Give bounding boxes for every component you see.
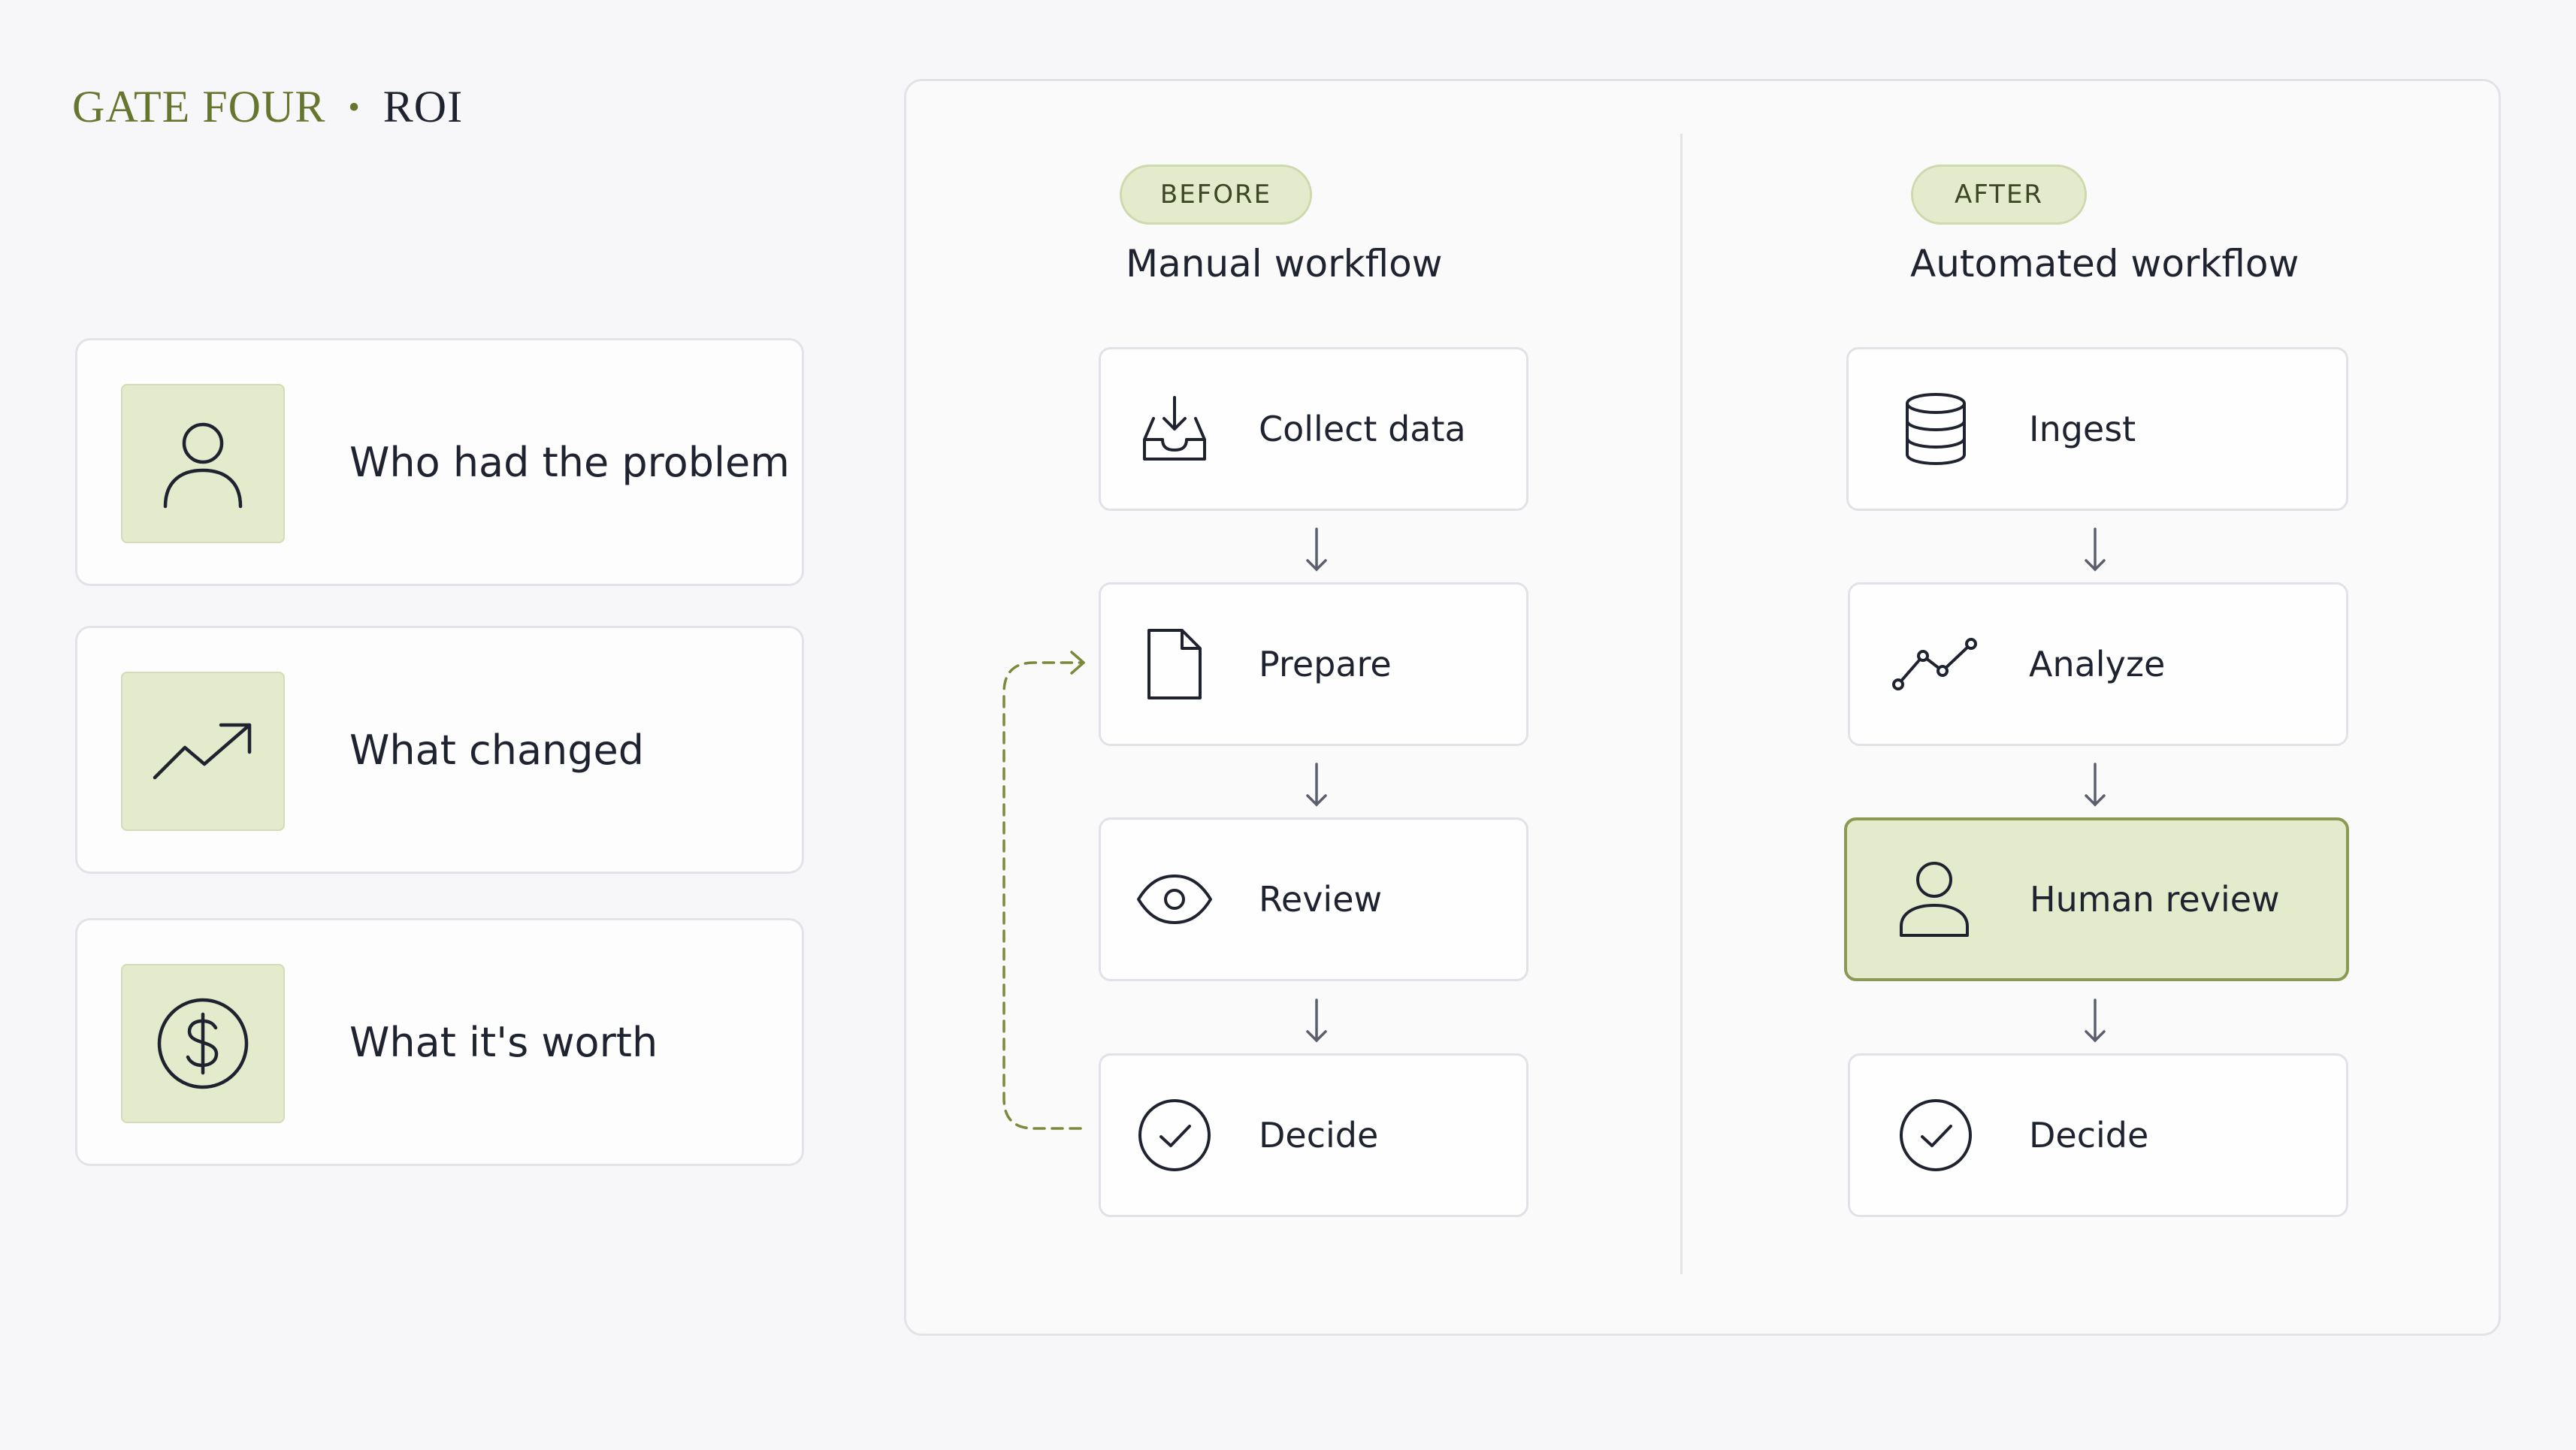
flow-arrow-down (1306, 763, 1327, 807)
eye-icon (1137, 875, 1212, 924)
trending-up-icon (153, 723, 252, 780)
step-label: Decide (1259, 1115, 1379, 1155)
after-column-title: Automated workflow (1910, 242, 2299, 285)
card-label: Who had the problem (349, 438, 790, 486)
gate-label: GATE FOUR (72, 82, 326, 131)
card-what-changed: What changed (75, 626, 804, 874)
loop-back-arrow (1002, 651, 1085, 1130)
after-badge: AFTER (1911, 165, 2087, 225)
card-what-its-worth: What it's worth (75, 918, 804, 1166)
step-label: Human review (2030, 879, 2280, 920)
column-divider (1680, 134, 1683, 1274)
topic-label: ROI (382, 82, 464, 131)
flow-arrow-down (2085, 763, 2106, 807)
card-label: What changed (349, 726, 645, 774)
after-step-analyze: Analyze (1848, 582, 2348, 746)
document-icon (1147, 629, 1202, 699)
step-label: Ingest (2029, 409, 2136, 449)
before-step-decide: Decide (1099, 1053, 1528, 1217)
database-icon (1906, 393, 1966, 466)
card-who-had-problem: Who had the problem (75, 338, 804, 586)
title-separator: • (348, 88, 361, 125)
card-icon-box (121, 672, 285, 831)
before-step-prepare: Prepare (1099, 582, 1528, 746)
before-step-collect-data: Collect data (1099, 347, 1528, 511)
inbox-download-icon (1143, 396, 1206, 461)
user-icon (1900, 862, 1969, 937)
user-icon (163, 422, 243, 509)
card-label: What it's worth (349, 1018, 658, 1066)
step-label: Collect data (1259, 409, 1466, 449)
dollar-circle-icon (157, 998, 249, 1089)
after-step-human-review: Human review (1844, 817, 2349, 981)
before-column-title: Manual workflow (1126, 242, 1443, 285)
before-step-review: Review (1099, 817, 1528, 981)
step-label: Review (1259, 879, 1383, 920)
after-step-ingest: Ingest (1846, 347, 2348, 511)
card-icon-box (121, 384, 285, 543)
line-chart-icon (1892, 638, 1977, 690)
card-icon-box (121, 964, 285, 1123)
flow-arrow-down (1306, 527, 1327, 572)
flow-arrow-down (2085, 527, 2106, 572)
flow-arrow-down (2085, 998, 2106, 1043)
step-label: Analyze (2029, 644, 2166, 684)
check-circle-icon (1900, 1099, 1972, 1171)
check-circle-icon (1138, 1099, 1211, 1171)
after-step-decide: Decide (1848, 1053, 2348, 1217)
step-label: Prepare (1259, 644, 1392, 684)
flow-arrow-down (1306, 998, 1327, 1043)
step-label: Decide (2029, 1115, 2149, 1155)
page-title: GATE FOUR • ROI (72, 81, 463, 133)
before-badge: BEFORE (1120, 165, 1312, 225)
